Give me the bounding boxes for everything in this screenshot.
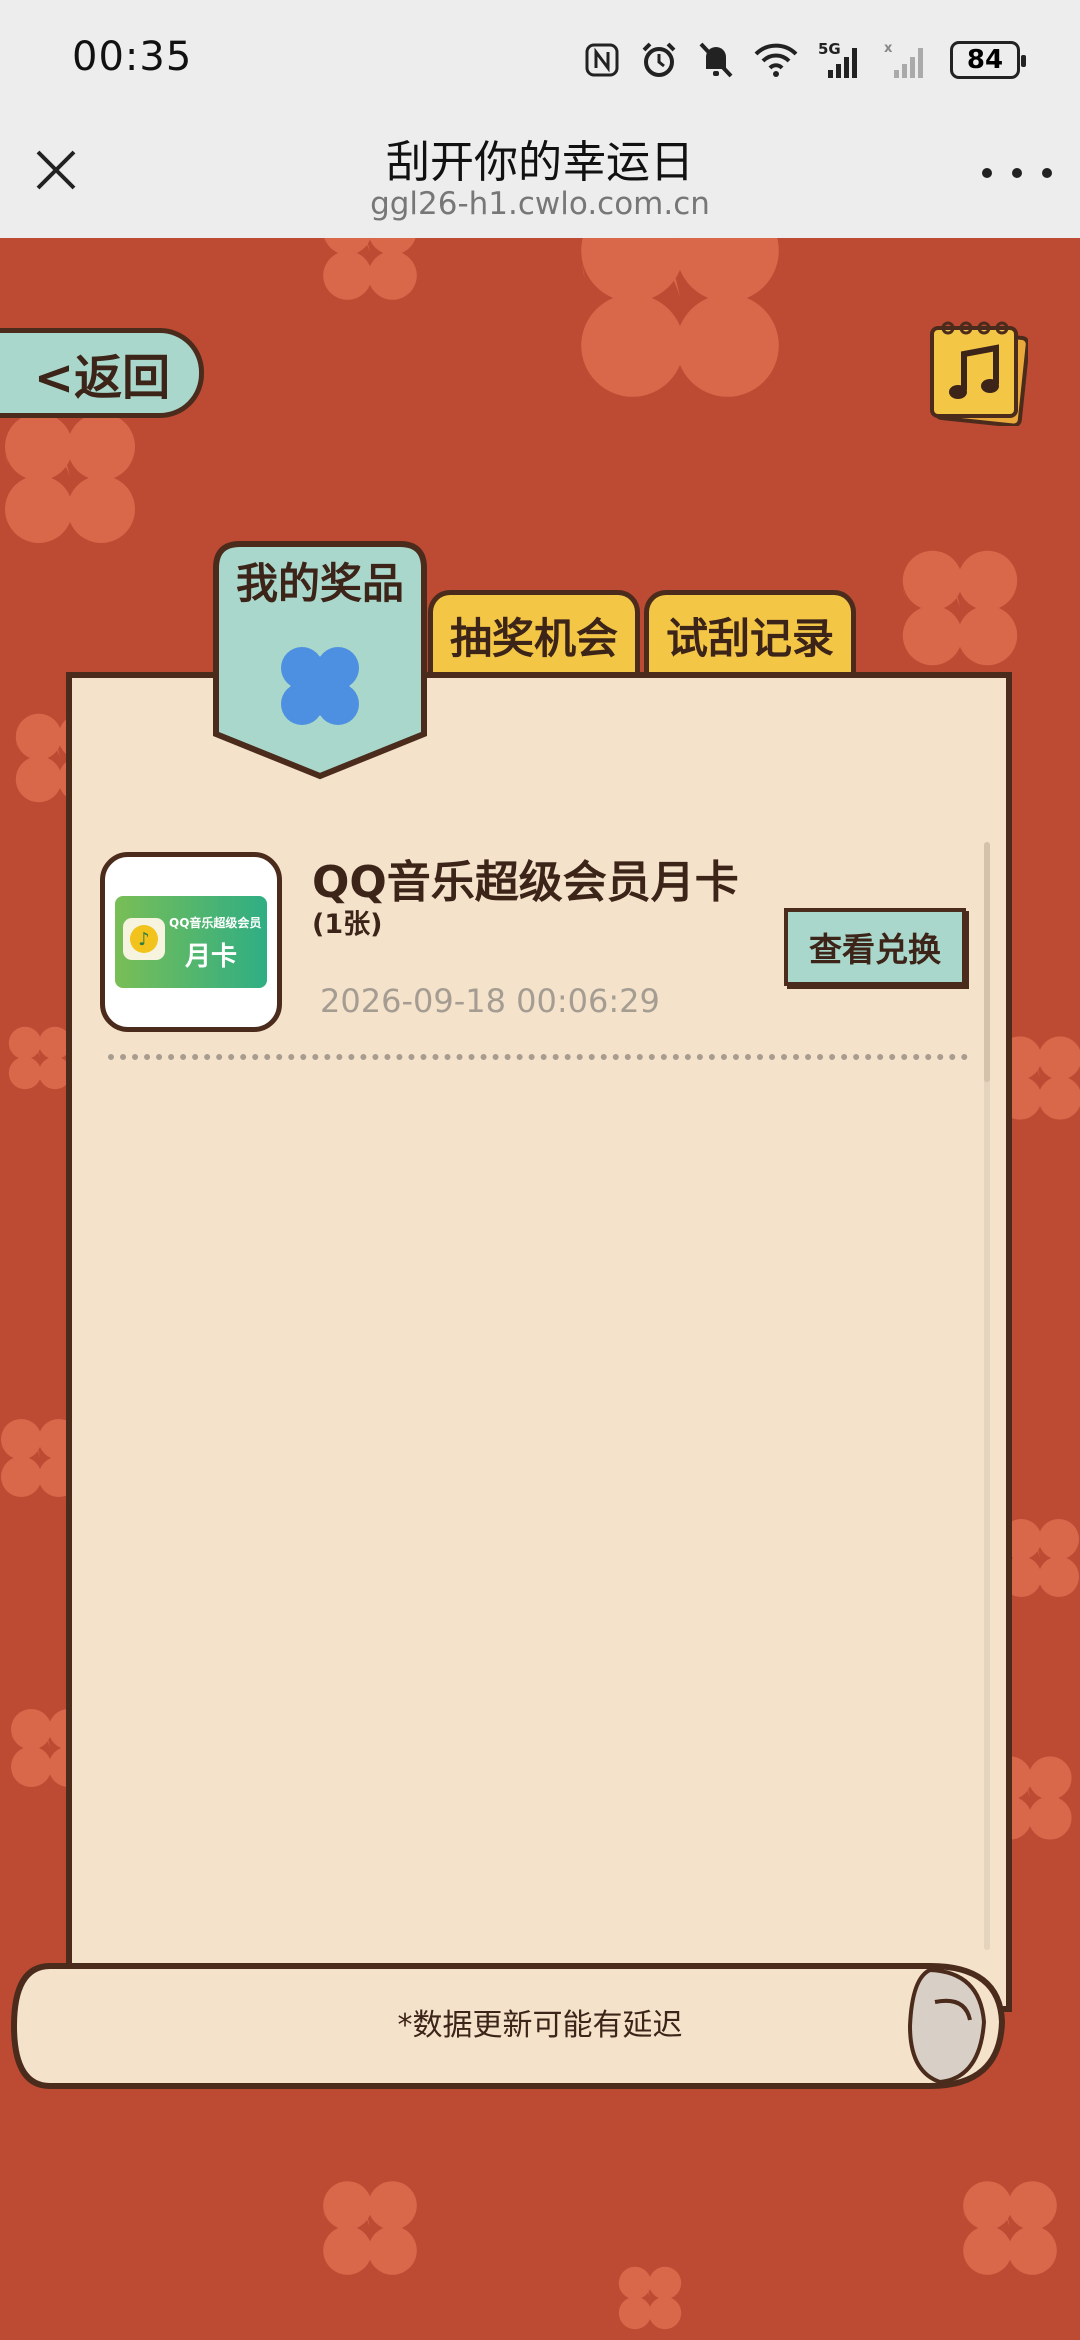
alarm-icon	[640, 41, 678, 79]
clover-icon	[281, 647, 359, 725]
signal-icon: x	[884, 40, 930, 80]
back-button[interactable]: <返回	[0, 328, 204, 418]
status-bar: 00:35 5G x 84	[0, 0, 1080, 120]
qq-music-card-image: ♪ QQ音乐超级会员 月卡	[115, 896, 267, 988]
prize-date: 2026-09-18 00:06:29	[320, 982, 660, 1020]
prize-count: (1张)	[312, 909, 383, 940]
page-title: 刮开你的幸运日	[386, 137, 694, 188]
browser-title-bar: 刮开你的幸运日 ggl26-h1.cwlo.com.cn	[0, 120, 1080, 238]
tab-lottery-chances[interactable]: 抽奖机会	[428, 590, 640, 676]
data-delay-note: *数据更新可能有延迟	[397, 2008, 683, 2043]
prize-thumbnail: ♪ QQ音乐超级会员 月卡	[100, 852, 282, 1032]
music-toggle-button[interactable]	[926, 314, 1030, 428]
more-dot-icon	[982, 168, 992, 178]
status-icons: 5G x 84	[584, 36, 1026, 84]
mute-icon	[698, 41, 734, 79]
status-time: 00:35	[72, 34, 193, 80]
more-options-button[interactable]	[982, 158, 1052, 188]
prize-name: QQ音乐超级会员月卡	[312, 857, 739, 908]
svg-text:x: x	[884, 41, 893, 56]
more-dot-icon	[1012, 168, 1022, 178]
signal-5g-icon: 5G	[818, 40, 864, 80]
tab-my-prizes-label: 我的奖品	[235, 559, 404, 608]
tab-scratch-record[interactable]: 试刮记录	[644, 590, 856, 676]
svg-text:5G: 5G	[818, 40, 841, 58]
qq-music-logo-icon: ♪	[123, 918, 165, 960]
scrollbar-thumb[interactable]	[984, 842, 990, 1082]
item-divider	[108, 1054, 968, 1060]
wifi-icon	[754, 42, 798, 78]
page-url: ggl26-h1.cwlo.com.cn	[370, 186, 710, 222]
music-note-icon	[930, 321, 1030, 428]
nfc-icon	[584, 42, 620, 78]
more-dot-icon	[1042, 168, 1052, 178]
card-line-2: 月卡	[185, 942, 238, 972]
battery-icon: 84	[950, 41, 1026, 79]
card-line-1: QQ音乐超级会员	[169, 916, 262, 930]
view-redeem-button[interactable]: 查看兑换	[784, 908, 966, 986]
